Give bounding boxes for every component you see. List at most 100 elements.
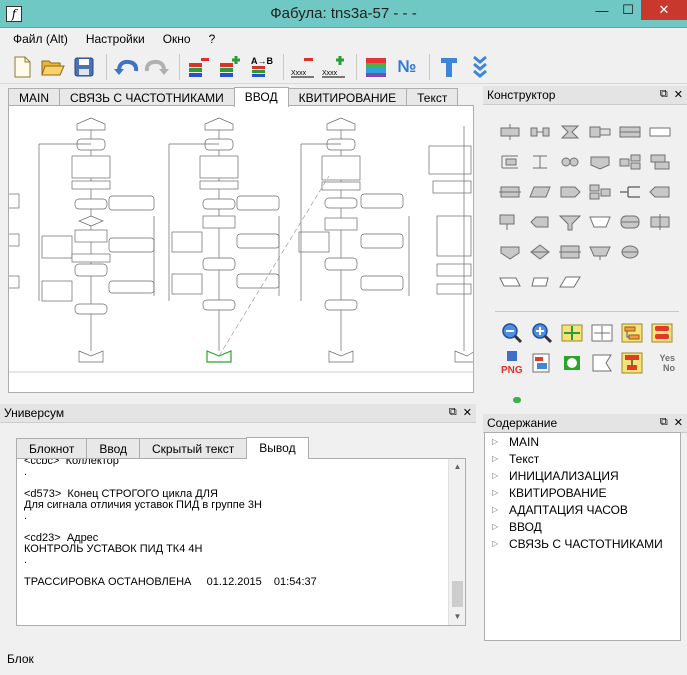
close-panel-icon[interactable]: ✕ [674, 416, 683, 429]
shape-split[interactable] [615, 147, 645, 177]
expand-arrow-icon[interactable]: ▷ [492, 539, 500, 548]
shape-pointer[interactable] [525, 207, 555, 237]
shape-t-junction[interactable] [525, 147, 555, 177]
export-png-button[interactable]: PNG [497, 348, 527, 378]
float-icon[interactable]: ⧉ [660, 88, 668, 101]
tab-input-text[interactable]: Ввод [86, 438, 140, 458]
shape-diamond[interactable] [525, 237, 555, 267]
text-tool-button[interactable] [435, 53, 463, 81]
close-panel-icon[interactable]: ✕ [463, 406, 472, 419]
shape-bracket[interactable] [495, 147, 525, 177]
open-folder-button[interactable] [39, 53, 67, 81]
shape-merge[interactable] [585, 177, 615, 207]
shape-loop[interactable] [495, 177, 525, 207]
tree-item-text[interactable]: ▷ Текст [485, 450, 680, 467]
expand-arrow-icon[interactable]: ▷ [492, 505, 500, 514]
close-panel-icon[interactable]: ✕ [674, 88, 683, 101]
shape-trapezoid[interactable] [585, 207, 615, 237]
yes-no-toggle[interactable]: Yes No [647, 348, 677, 378]
output-text-area[interactable]: <ccbc> Коллектор . <d573> Конец СТРОГОГО… [16, 458, 466, 626]
tree-item-acknowledge[interactable]: ▷ КВИТИРОВАНИЕ [485, 484, 680, 501]
shape-arrow-right[interactable] [555, 177, 585, 207]
shape-arrow-block[interactable] [585, 117, 615, 147]
zoom-out-button[interactable] [497, 318, 527, 348]
shape-parallelogram-right[interactable] [525, 177, 555, 207]
shape-terminator[interactable] [645, 117, 675, 147]
tab-acknowledge[interactable]: КВИТИРОВАНИЕ [287, 88, 408, 106]
shape-trapezoid-down[interactable] [585, 237, 615, 267]
title-bar[interactable]: f Фабула: tns3a-57 - - - — ☐ ✕ [0, 0, 687, 28]
flowchart-canvas[interactable] [8, 105, 474, 393]
menu-settings[interactable]: Настройки [79, 30, 152, 48]
expand-arrow-icon[interactable]: ▷ [492, 437, 500, 446]
stack-button[interactable] [647, 318, 677, 348]
tree-item-clock[interactable]: ▷ АДАПТАЦИЯ ЧАСОВ [485, 501, 680, 518]
shape-start[interactable] [495, 117, 525, 147]
shape-branch[interactable] [525, 117, 555, 147]
add-item-button[interactable]: Xxxx [320, 53, 348, 81]
shape-funnel[interactable] [555, 207, 585, 237]
mark-button[interactable] [557, 348, 587, 378]
shape-arrow-left[interactable] [645, 177, 675, 207]
expand-arrow-icon[interactable]: ▷ [492, 522, 500, 531]
center-button[interactable] [587, 318, 617, 348]
expand-arrow-icon[interactable]: ▷ [492, 488, 500, 497]
shape-decision[interactable] [585, 147, 615, 177]
new-file-button[interactable] [8, 53, 36, 81]
shape-shield[interactable] [495, 237, 525, 267]
undo-button[interactable] [112, 53, 140, 81]
tab-output[interactable]: Вывод [246, 437, 309, 459]
scroll-down-icon[interactable]: ▼ [449, 609, 465, 625]
tab-frequency-link[interactable]: СВЯЗЬ С ЧАСТОТНИКАМИ [59, 88, 235, 106]
align-button[interactable] [617, 318, 647, 348]
menu-window[interactable]: Окно [156, 30, 198, 48]
redo-button[interactable] [143, 53, 171, 81]
flow-highlight-button[interactable] [617, 348, 647, 378]
save-button[interactable] [70, 53, 98, 81]
menu-file[interactable]: Файл (Alt) [6, 30, 75, 48]
shape-small-parallelogram[interactable] [525, 267, 555, 297]
tree-item-init[interactable]: ▷ ИНИЦИАЛИЗАЦИЯ [485, 467, 680, 484]
zoom-in-button[interactable] [527, 318, 557, 348]
color-palette-button[interactable] [362, 53, 390, 81]
minimize-button[interactable]: — [589, 0, 615, 20]
float-icon[interactable]: ⧉ [449, 406, 457, 419]
shape-cross[interactable] [645, 207, 675, 237]
shape-subprocess[interactable] [645, 147, 675, 177]
tree-item-main[interactable]: ▷ MAIN [485, 433, 680, 450]
tab-hidden-text[interactable]: Скрытый текст [139, 438, 248, 458]
shape-parallelogram-left[interactable] [495, 267, 525, 297]
tab-main[interactable]: MAIN [8, 88, 60, 106]
expand-arrow-icon[interactable]: ▷ [492, 454, 500, 463]
shape-connector[interactable] [555, 147, 585, 177]
numbering-button[interactable]: № [393, 53, 421, 81]
float-icon[interactable]: ⧉ [660, 416, 668, 429]
menu-help[interactable]: ? [202, 30, 223, 48]
shape-hourglass[interactable] [555, 117, 585, 147]
shape-oval-split[interactable] [615, 237, 645, 267]
output-scrollbar[interactable]: ▲ ▼ [448, 459, 465, 625]
tree-item-frequency[interactable]: ▷ СВЯЗЬ С ЧАСТОТНИКАМИ [485, 535, 680, 552]
tab-text[interactable]: Текст [406, 88, 459, 106]
expand-arrow-icon[interactable]: ▷ [492, 471, 500, 480]
scroll-up-icon[interactable]: ▲ [449, 459, 465, 475]
shape-process[interactable] [615, 117, 645, 147]
shape-table[interactable] [555, 237, 585, 267]
tab-notebook[interactable]: Блокнот [16, 438, 88, 458]
scroll-thumb[interactable] [452, 581, 463, 607]
shape-fork[interactable] [615, 177, 645, 207]
collapse-button[interactable] [466, 53, 494, 81]
tree-item-input[interactable]: ▷ ВВОД [485, 518, 680, 535]
shape-slanted[interactable] [555, 267, 585, 297]
maximize-button[interactable]: ☐ [615, 0, 641, 20]
delete-stack-button[interactable] [185, 53, 213, 81]
shape-rounded-split[interactable] [615, 207, 645, 237]
tab-input[interactable]: ВВОД [233, 87, 289, 107]
add-stack-button[interactable] [216, 53, 244, 81]
swap-ab-button[interactable]: A→B [247, 53, 275, 81]
shape-edit-button[interactable] [587, 348, 617, 378]
document-button[interactable] [527, 348, 557, 378]
remove-item-button[interactable]: Xxxx [289, 53, 317, 81]
close-button[interactable]: ✕ [641, 0, 687, 20]
shape-flag[interactable] [495, 207, 525, 237]
